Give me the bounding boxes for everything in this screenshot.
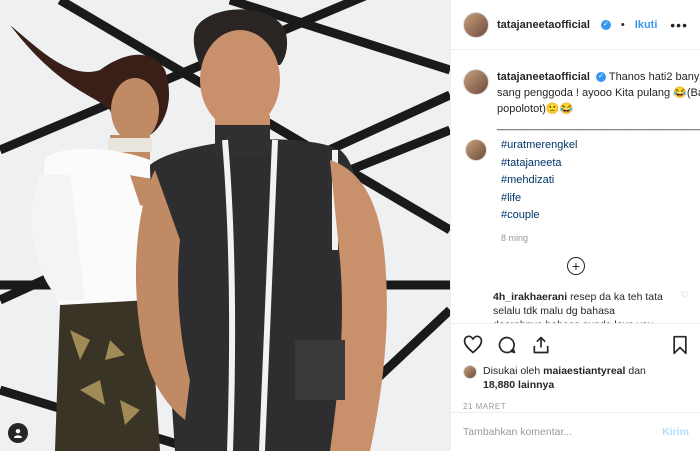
caption-username[interactable]: tatajaneetaofficial [497, 71, 590, 83]
post-date: 21 MARET [463, 402, 507, 411]
bookmark-icon[interactable] [671, 335, 689, 355]
caption: tatajaneetaofficial ✓ Thanos hati2 banya… [497, 69, 700, 133]
likes-summary: Disukai oleh maiaestiantyreal dan 18,880… [463, 364, 689, 392]
verified-badge-icon: ✓ [595, 72, 606, 83]
comment-text-block: 4h_irakhaerani resep da ka teh tata sela… [493, 290, 663, 324]
hashtag-row: #uratmerengkel #tatajaneeta #mehdizati #… [463, 137, 689, 243]
verified-badge-icon: ✓ [600, 19, 611, 30]
post-comment-button[interactable]: Kirim [662, 426, 689, 438]
comment-item: 4h_irakhaerani resep da ka teh tata sela… [463, 290, 689, 324]
post-header: tatajaneetaofficial ✓ • Ikuti ••• [451, 0, 700, 50]
hashtag-link[interactable]: #tatajaneeta [501, 155, 577, 173]
hashtag-list: #uratmerengkel #tatajaneeta #mehdizati #… [495, 137, 577, 243]
instagram-post: tatajaneetaofficial ✓ • Ikuti ••• tataja… [0, 0, 700, 451]
hashtag-avatar[interactable] [465, 139, 487, 161]
comment-box: Kirim [451, 412, 700, 451]
comment-input[interactable] [463, 426, 663, 438]
hashtag-link[interactable]: #couple [501, 207, 577, 225]
header-separator: • [620, 18, 625, 31]
post-actions: Disukai oleh maiaestiantyreal dan 18,880… [451, 323, 700, 411]
plus-circle-icon[interactable]: + [567, 256, 585, 275]
comments-section: tatajaneetaofficial ✓ Thanos hati2 banya… [451, 51, 700, 323]
photo-illustration [0, 0, 450, 451]
author-avatar[interactable] [463, 11, 489, 38]
load-more-comments[interactable]: + [463, 256, 689, 275]
liker-username[interactable]: maiaestiantyreal [543, 365, 625, 377]
user-tag-button[interactable] [8, 423, 28, 443]
caption-avatar[interactable] [463, 69, 489, 95]
commenter-username[interactable]: 4h_irakhaerani [493, 291, 567, 303]
user-tag-icon [14, 429, 22, 438]
hashtag-link[interactable]: #life [501, 190, 577, 208]
likes-prefix: Disukai oleh [483, 365, 541, 377]
likes-count[interactable]: 18,880 lainnya [483, 379, 554, 391]
more-options-button[interactable]: ••• [670, 17, 688, 33]
caption-time: 8 ming [501, 232, 529, 243]
caption-row: tatajaneetaofficial ✓ Thanos hati2 banya… [463, 69, 700, 133]
post-photo[interactable] [0, 0, 450, 451]
author-username[interactable]: tatajaneetaofficial [497, 19, 590, 31]
heart-icon[interactable] [463, 335, 483, 355]
action-icons [463, 332, 689, 358]
hashtag-link[interactable]: #mehdizati [501, 172, 577, 190]
comment-icon[interactable] [497, 335, 517, 355]
likes-text: Disukai oleh maiaestiantyreal dan 18,880… [483, 364, 646, 392]
hashtag-link[interactable]: #uratmerengkel [501, 137, 577, 155]
post-side-panel: tatajaneetaofficial ✓ • Ikuti ••• tataja… [450, 0, 700, 451]
liker-avatar[interactable] [463, 365, 477, 379]
share-icon[interactable] [531, 335, 551, 355]
follow-button[interactable]: Ikuti [635, 19, 658, 31]
likes-conjunction: dan [628, 365, 646, 377]
comment-like-icon[interactable]: ♡ [681, 290, 689, 324]
